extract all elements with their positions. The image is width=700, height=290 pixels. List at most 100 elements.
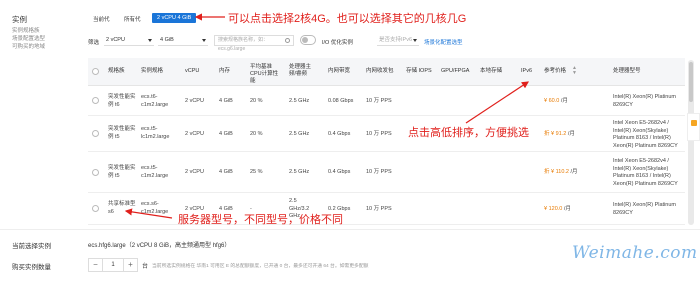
search-input[interactable]: 搜索规格族名称，如：ecs.g6.large [214, 35, 294, 52]
memory-select[interactable]: 4 GiB [158, 35, 208, 46]
search-icon [285, 38, 290, 43]
col-bandwidth: 内网带宽 [328, 68, 351, 74]
cell-cpu-model: Intel(R) Xeon(R) Platinum 8269CY [613, 202, 676, 216]
filter-label: 筛选 [88, 40, 100, 46]
price-unit: /月 [567, 131, 575, 137]
cell-family: 突发性能实例 t6 [108, 94, 136, 108]
chevron-down-icon [202, 39, 206, 42]
plus-button[interactable]: + [123, 259, 137, 271]
cell-pps: 10 万 PPS [366, 169, 392, 175]
quantity-unit: 台 [142, 264, 149, 270]
col-cpu-model: 处理器型号 [613, 68, 641, 74]
col-ipv6: IPv6 [521, 68, 533, 74]
table-row[interactable]: 突发性能实例 t6 ecs.t6-c1m2.large 2 vCPU 4 GiB… [88, 86, 685, 116]
col-freq: 处理器主频/睿频 [289, 64, 312, 77]
table-row[interactable]: 突发性能实例 t5 ecs.t5-lc1m2.large 2 vCPU 4 Gi… [88, 116, 685, 152]
divider [0, 229, 700, 230]
row-radio[interactable] [92, 205, 99, 212]
sidebar-item-scenario[interactable]: 场景配置选型 [12, 35, 45, 43]
cell-price: 折 ¥ 110.2 /月 [544, 169, 578, 177]
cell-bandwidth: 0.4 Gbps [328, 169, 351, 175]
cell-price: ¥ 120.0 /月 [544, 206, 571, 214]
search-placeholder: 搜索规格族名称，如：ecs.g6.large [218, 37, 269, 52]
floating-tool-tab[interactable] [687, 113, 700, 141]
cell-memory: 4 GiB [219, 169, 233, 175]
cell-baseline: 20 % [250, 98, 263, 104]
scenario-link[interactable]: 场景化配置选型 [424, 38, 463, 46]
col-spec: 实例规格 [141, 68, 164, 74]
cell-baseline: 25 % [250, 169, 263, 175]
cell-spec: ecs.t5-lc1m2.large [141, 126, 170, 140]
cell-pps: 10 万 PPS [366, 98, 392, 104]
cart-icon [691, 120, 697, 126]
col-gpu: GPU/FPGA [441, 68, 470, 74]
annotation-middle: 点击高低排序，方便挑选 [408, 127, 529, 139]
col-price[interactable]: 参考价格 [544, 68, 566, 75]
cell-freq: 2.5 GHz [289, 169, 310, 175]
cell-spec: ecs.t6-c1m2.large [141, 94, 169, 108]
price-unit: /月 [560, 98, 568, 104]
sort-icon[interactable]: ▲ ▼ [572, 66, 577, 76]
cell-spec: ecs.t5-c1m2.large [141, 165, 169, 179]
quantity-label: 购买实例数量 [12, 264, 51, 271]
discount-tag: 折 [544, 169, 550, 175]
cell-freq: 2.5 GHz [289, 131, 310, 137]
chevron-down-icon [413, 39, 417, 42]
vcpu-select-value: 2 vCPU [106, 37, 125, 43]
sidebar-item-region[interactable]: 可购买的地域 [12, 43, 45, 51]
selected-value: ecs.hfg6.large（2 vCPU 8 GiB，高主频通用型 hfg6） [88, 243, 231, 249]
cell-family: 突发性能实例 t5 [108, 165, 136, 179]
quota-note: 当前所选实例规格在 华南1 可用区 E 的总配额额度，已开通 0 台，最多还可开… [152, 264, 369, 269]
col-vcpu: vCPU [185, 68, 200, 74]
cell-cpu-model: Intel Xeon E5-2682v4 / Intel(R) Xeon(Sky… [613, 120, 678, 149]
annotation-bottom: 服务器型号，不同型号，价格不同 [178, 214, 343, 226]
price-value: ¥ 110.2 [551, 169, 569, 175]
cell-price: ¥ 60.0 /月 [544, 98, 568, 106]
price-unit: /月 [563, 206, 571, 212]
price-value: ¥ 91.2 [551, 131, 567, 137]
col-family: 规格族 [108, 68, 125, 74]
scrollbar-thumb[interactable] [689, 62, 693, 102]
vcpu-select[interactable]: 2 vCPU [104, 35, 154, 46]
col-pps: 内网收发包 [366, 68, 394, 74]
cell-vcpu: 2 vCPU [185, 131, 204, 137]
cell-memory: 4 GiB [219, 131, 233, 137]
quantity-stepper[interactable]: − 1 + [88, 258, 138, 272]
row-radio[interactable] [92, 97, 99, 104]
minus-button[interactable]: − [89, 259, 103, 271]
tab-2vcpu-4gib[interactable]: 2 vCPU 4 GiB [152, 13, 197, 23]
ipv6-placeholder: 是否支持IPv6 [379, 37, 413, 43]
sidebar-title: 实例 [12, 15, 27, 24]
memory-select-value: 4 GiB [160, 37, 174, 43]
cell-bandwidth: 0.4 Gbps [328, 131, 351, 137]
tab-all-gen[interactable]: 所有代 [119, 13, 146, 25]
io-label: I/O 优化实例 [322, 40, 353, 46]
cell-cpu-model: Intel Xeon E5-2682v4 / Intel(R) Xeon(Sky… [613, 158, 678, 187]
row-radio[interactable] [92, 169, 99, 176]
cell-pps: 10 万 PPS [366, 131, 392, 137]
ipv6-select[interactable]: 是否支持IPv6 [377, 35, 419, 46]
cell-vcpu: 2 vCPU [185, 98, 204, 104]
io-toggle[interactable] [300, 35, 316, 45]
cell-memory: 4 GiB [219, 98, 233, 104]
annotation-top: 可以点击选择2核4G。也可以选择其它的几核几G [228, 13, 467, 25]
cell-bandwidth: 0.08 Gbps [328, 98, 354, 104]
header-radio [92, 68, 99, 75]
sidebar-item-family[interactable]: 实例规格族 [12, 27, 40, 35]
cell-family: 共享标准型 s6 [108, 201, 136, 215]
price-unit: /月 [570, 169, 578, 175]
price-value: ¥ 60.0 [544, 98, 560, 104]
cell-baseline: 20 % [250, 131, 263, 137]
cell-family: 突发性能实例 t5 [108, 126, 136, 140]
col-iops: 存储 IOPS [406, 68, 432, 74]
tab-current-gen[interactable]: 当前代 [88, 13, 115, 25]
selected-label: 当前选择实例 [12, 243, 51, 250]
table-row[interactable]: 突发性能实例 t5 ecs.t5-c1m2.large 2 vCPU 4 GiB… [88, 152, 685, 193]
chevron-down-icon [148, 39, 152, 42]
cell-price: 折 ¥ 91.2 /月 [544, 131, 575, 139]
row-radio[interactable] [92, 130, 99, 137]
cell-spec: ecs.s6-c1m2.large [141, 201, 169, 215]
quantity-input[interactable]: 1 [103, 259, 123, 271]
col-baseline: 平均基准CPU计算性能 [250, 64, 279, 84]
cell-freq: 2.5 GHz [289, 98, 310, 104]
